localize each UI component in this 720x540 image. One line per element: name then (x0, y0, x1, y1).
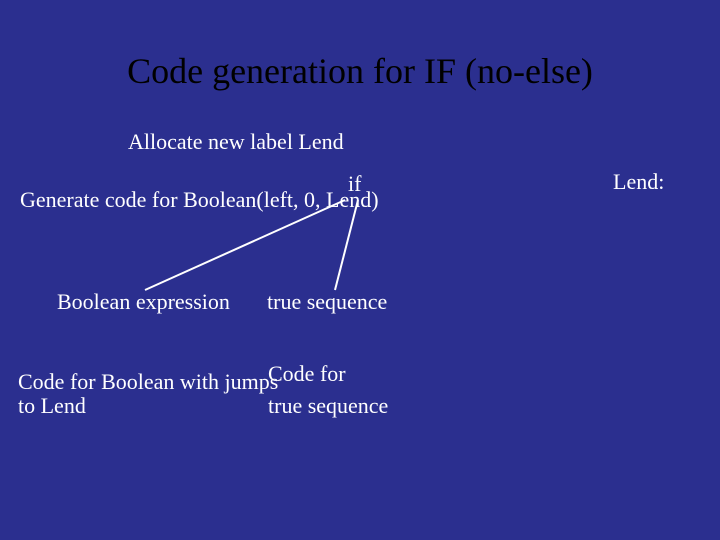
slide-title: Code generation for IF (no-else) (0, 50, 720, 92)
label-lend: Lend: (613, 170, 664, 194)
label-generate-code: Generate code for Boolean(left, 0, Lend) (20, 188, 379, 212)
label-code-bool-jumps-line1: Code for Boolean with jumps (18, 370, 278, 394)
slide: Code generation for IF (no-else) Allocat… (0, 0, 720, 540)
label-true-sequence-2: true sequence (268, 394, 388, 418)
label-boolean-expression: Boolean expression (57, 290, 230, 314)
label-allocate: Allocate new label Lend (128, 130, 344, 154)
label-true-sequence: true sequence (267, 290, 387, 314)
label-code-bool-jumps-line2: to Lend (18, 394, 86, 418)
label-code-for: Code for (268, 362, 346, 386)
